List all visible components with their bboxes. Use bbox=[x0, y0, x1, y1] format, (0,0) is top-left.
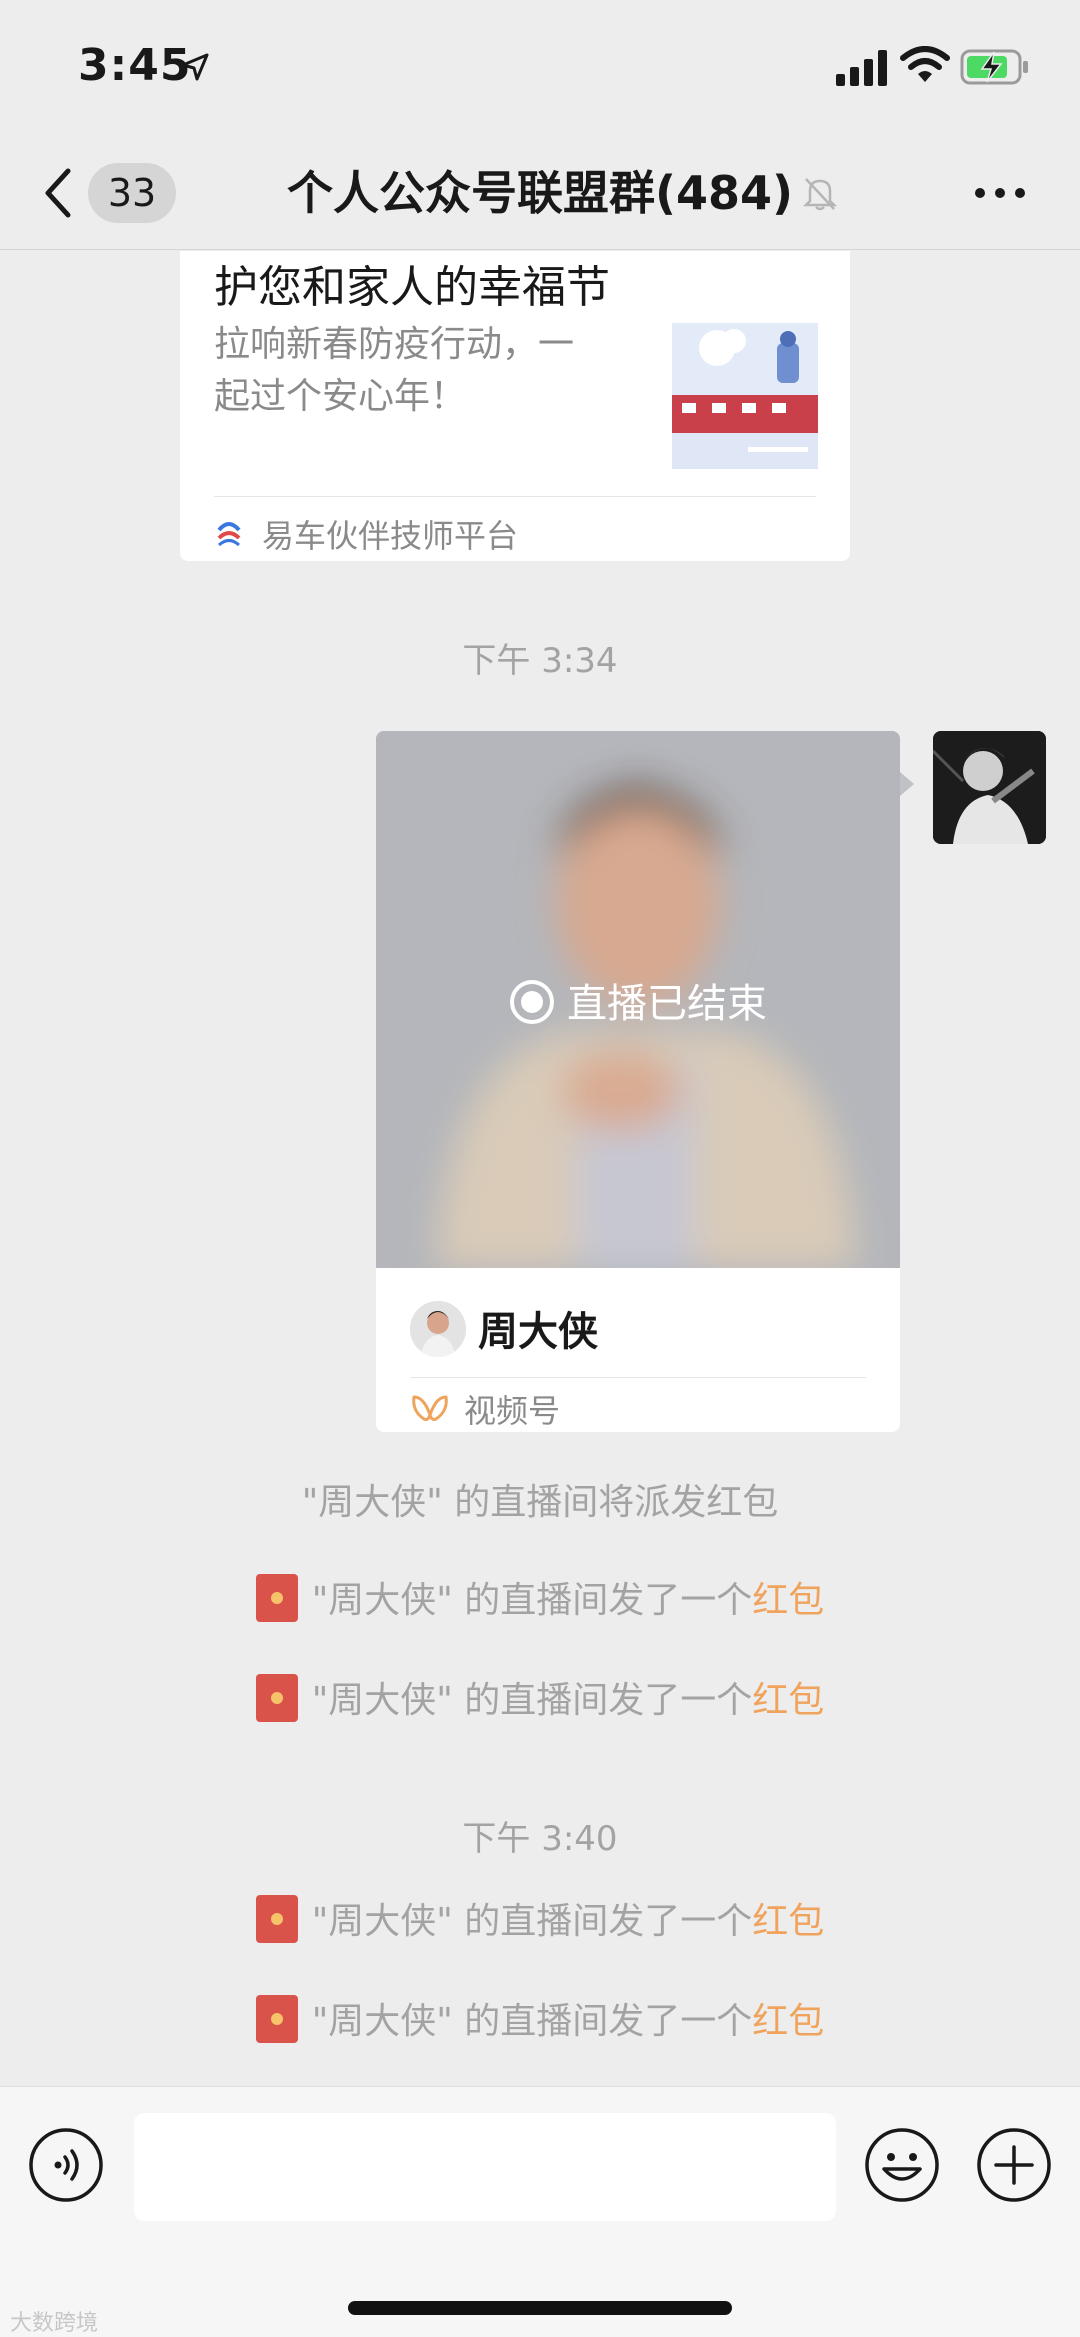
group-title: 个人公众号联盟群(484) bbox=[286, 166, 794, 220]
red-packet-icon bbox=[255, 1895, 298, 1943]
red-packet-text: "周大侠" 的直播间发了一个 bbox=[311, 2001, 753, 2042]
divider bbox=[214, 496, 816, 497]
red-packet-link[interactable]: 红包 bbox=[752, 1580, 824, 1621]
article-thumbnail bbox=[672, 323, 818, 469]
message-input[interactable] bbox=[134, 2113, 836, 2221]
plus-icon[interactable] bbox=[976, 2127, 1052, 2203]
status-bar: 3:45 bbox=[0, 0, 1080, 135]
input-bar: 大数跨境 bbox=[0, 2086, 1080, 2337]
article-title: 护您和家人的幸福节 bbox=[214, 262, 610, 313]
bubble-arrow bbox=[900, 772, 914, 796]
status-time: 3:45 bbox=[78, 40, 192, 91]
article-source: 易车伙伴技师平台 bbox=[262, 517, 519, 555]
location-arrow-icon bbox=[181, 53, 209, 81]
red-packet-message: "周大侠" 的直播间发了一个红包 bbox=[0, 1892, 1080, 1944]
live-author-avatar bbox=[410, 1301, 466, 1357]
live-cover-image: 直播已结束 bbox=[376, 731, 900, 1268]
red-packet-text: "周大侠" 的直播间发了一个 bbox=[311, 1901, 753, 1942]
live-stream-card[interactable]: 直播已结束 周大侠 视频号 bbox=[376, 731, 900, 1432]
channels-butterfly-icon bbox=[412, 1395, 448, 1421]
live-author-name: 周大侠 bbox=[478, 1309, 598, 1355]
more-options-icon[interactable] bbox=[970, 173, 1030, 213]
live-status: 直播已结束 bbox=[376, 971, 900, 1029]
timestamp: 下午 3:40 bbox=[462, 1819, 618, 1859]
article-description: 拉响新春防疫行动，一起过个安心年！ bbox=[214, 324, 575, 417]
battery-charging-icon bbox=[960, 49, 1028, 85]
red-packet-message: "周大侠" 的直播间发了一个红包 bbox=[0, 1671, 1080, 1723]
avatar[interactable] bbox=[933, 731, 1046, 844]
red-packet-text: "周大侠" 的直播间发了一个 bbox=[311, 1680, 753, 1721]
red-packet-icon bbox=[255, 1574, 298, 1622]
red-packet-text: "周大侠" 的直播间发了一个 bbox=[311, 1580, 753, 1621]
red-packet-message: "周大侠" 的直播间发了一个红包 bbox=[0, 1992, 1080, 2044]
article-card[interactable]: 护您和家人的幸福节 拉响新春防疫行动，一起过个安心年！ 易车伙伴技师平台 bbox=[180, 251, 850, 561]
wifi-icon bbox=[900, 46, 950, 82]
emoji-icon[interactable] bbox=[864, 2127, 940, 2203]
chat-messages[interactable]: 护您和家人的幸福节 拉响新春防疫行动，一起过个安心年！ 易车伙伴技师平台 下午 … bbox=[0, 251, 1080, 2086]
cellular-signal-icon bbox=[836, 50, 887, 86]
red-packet-icon bbox=[255, 1995, 298, 2043]
live-status-text: 直播已结束 bbox=[567, 981, 767, 1027]
timestamp: 下午 3:34 bbox=[462, 641, 618, 681]
mute-bell-icon bbox=[802, 178, 838, 211]
red-packet-link[interactable]: 红包 bbox=[752, 2001, 824, 2042]
system-notice: "周大侠" 的直播间将派发红包 bbox=[301, 1482, 779, 1523]
red-packet-icon bbox=[255, 1674, 298, 1722]
voice-input-icon[interactable] bbox=[28, 2127, 104, 2203]
home-indicator[interactable] bbox=[348, 2301, 732, 2315]
red-packet-link[interactable]: 红包 bbox=[752, 1901, 824, 1942]
watermark: 大数跨境 bbox=[10, 2311, 99, 2336]
live-ended-icon bbox=[510, 980, 554, 1024]
chat-header: 33 个人公众号联盟群(484) bbox=[0, 135, 1080, 250]
channel-label: 视频号 bbox=[464, 1392, 561, 1430]
red-packet-message: "周大侠" 的直播间发了一个红包 bbox=[0, 1571, 1080, 1623]
source-logo-icon bbox=[217, 522, 241, 547]
red-packet-link[interactable]: 红包 bbox=[752, 1680, 824, 1721]
divider bbox=[410, 1377, 866, 1378]
